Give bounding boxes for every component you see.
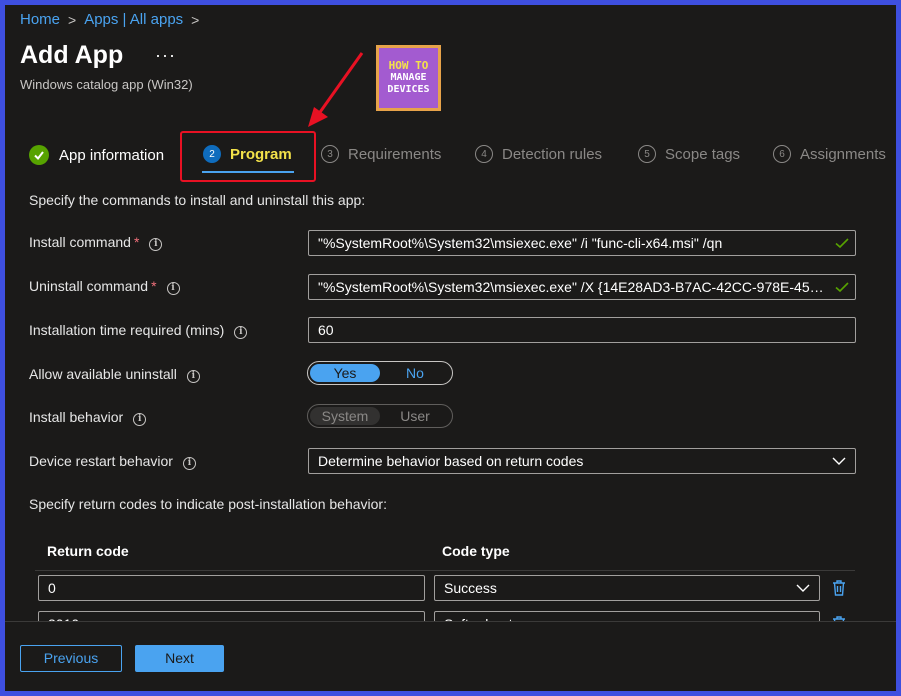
toggle-system[interactable]: System (310, 407, 380, 425)
install-command-input[interactable]: "%SystemRoot%\System32\msiexec.exe" /i "… (308, 230, 856, 256)
return-code-header: Return code (47, 543, 129, 559)
toggle-no[interactable]: No (380, 364, 450, 382)
label-text: Install command (29, 234, 131, 250)
info-icon[interactable]: i (133, 412, 147, 426)
field-value: "%SystemRoot%\System32\msiexec.exe" /i "… (318, 235, 723, 251)
tab-requirements[interactable]: 3 Requirements (321, 145, 441, 163)
uninstall-command-label: Uninstall command * i (29, 278, 180, 295)
return-code-input[interactable]: 0 (38, 575, 425, 601)
tab-label: Detection rules (502, 145, 603, 163)
install-command-label: Install command * i (29, 234, 163, 251)
annotation-arrow-icon (308, 52, 364, 127)
tab-program[interactable]: 2 Program (203, 145, 292, 163)
required-asterisk: * (133, 234, 140, 250)
breadcrumb-apps[interactable]: Apps | All apps (84, 11, 183, 28)
tab-assignments[interactable]: 6 Assignments (773, 145, 886, 163)
tab-label: Assignments (800, 145, 886, 163)
allow-uninstall-label: Allow available uninstall i (29, 366, 200, 383)
how-to-manage-devices-logo: HOW TO MANAGE DEVICES (376, 45, 441, 111)
label-text: Device restart behavior (29, 453, 173, 469)
restart-behavior-label: Device restart behavior i (29, 453, 196, 470)
info-icon[interactable]: i (234, 325, 248, 339)
tab-label: Program (230, 145, 292, 163)
active-tab-indicator (202, 171, 294, 173)
wizard-tabs: App information 2 Program 3 Requirements… (5, 141, 896, 173)
tab-scope-tags[interactable]: 5 Scope tags (638, 145, 740, 163)
allow-uninstall-toggle: Yes No (307, 361, 453, 385)
field-value: "%SystemRoot%\System32\msiexec.exe" /X {… (318, 279, 837, 295)
chevron-down-icon (832, 457, 846, 465)
info-icon[interactable]: i (149, 237, 163, 251)
breadcrumb: Home > Apps | All apps > (20, 11, 207, 28)
toggle-user[interactable]: User (380, 407, 450, 425)
install-behavior-toggle: System User (307, 404, 453, 428)
add-app-pane: Home > Apps | All apps > Add App ··· Win… (5, 5, 896, 691)
install-time-label: Installation time required (mins) i (29, 322, 248, 339)
wizard-footer: Previous Next (5, 621, 896, 691)
chevron-down-icon (796, 584, 810, 592)
next-button[interactable]: Next (135, 645, 224, 672)
step-number-icon: 4 (475, 145, 493, 163)
previous-button[interactable]: Previous (20, 645, 122, 672)
toggle-yes[interactable]: Yes (310, 364, 380, 382)
install-time-input[interactable]: 60 (308, 317, 856, 343)
info-icon[interactable]: i (186, 369, 200, 383)
tab-detection-rules[interactable]: 4 Detection rules (475, 145, 602, 163)
field-value: Determine behavior based on return codes (318, 453, 584, 469)
label-text: Uninstall command (29, 278, 149, 294)
tab-label: Scope tags (665, 145, 741, 163)
valid-check-icon (835, 282, 849, 293)
breadcrumb-separator: > (68, 11, 77, 28)
step-number-icon: 6 (773, 145, 791, 163)
commands-intro: Specify the commands to install and unin… (29, 192, 366, 208)
info-icon[interactable]: i (166, 281, 180, 295)
field-value: 0 (48, 580, 56, 596)
page-subtitle: Windows catalog app (Win32) (20, 77, 193, 92)
valid-check-icon (835, 238, 849, 249)
step-number-icon: 5 (638, 145, 656, 163)
required-asterisk: * (151, 278, 157, 294)
return-codes-intro: Specify return codes to indicate post-in… (29, 496, 387, 512)
step-number-icon: 3 (321, 145, 339, 163)
breadcrumb-home[interactable]: Home (20, 11, 60, 28)
tab-label: App information (59, 146, 165, 164)
tab-app-information[interactable]: App information (29, 145, 164, 165)
checkmark-circle-icon (29, 145, 49, 165)
step-number-icon: 2 (203, 145, 221, 163)
field-value: 60 (318, 322, 334, 338)
uninstall-command-input[interactable]: "%SystemRoot%\System32\msiexec.exe" /X {… (308, 274, 856, 300)
label-text: Installation time required (mins) (29, 322, 225, 338)
field-value: Success (444, 580, 497, 596)
breadcrumb-separator: > (191, 11, 200, 28)
label-text: Allow available uninstall (29, 366, 177, 382)
logo-line-3: DEVICES (387, 84, 430, 95)
logo-line-1: HOW TO (388, 59, 429, 72)
install-behavior-label: Install behavior i (29, 409, 147, 426)
more-options-icon[interactable]: ··· (155, 45, 176, 66)
logo-line-2: MANAGE (390, 72, 427, 83)
page-title: Add App (20, 41, 124, 69)
delete-icon[interactable] (831, 579, 847, 597)
code-type-dropdown[interactable]: Success (434, 575, 820, 601)
restart-behavior-dropdown[interactable]: Determine behavior based on return codes (308, 448, 856, 474)
label-text: Install behavior (29, 409, 124, 425)
table-header-divider (35, 570, 855, 571)
info-icon[interactable]: i (182, 456, 196, 470)
tab-label: Requirements (348, 145, 442, 163)
code-type-header: Code type (442, 543, 510, 559)
